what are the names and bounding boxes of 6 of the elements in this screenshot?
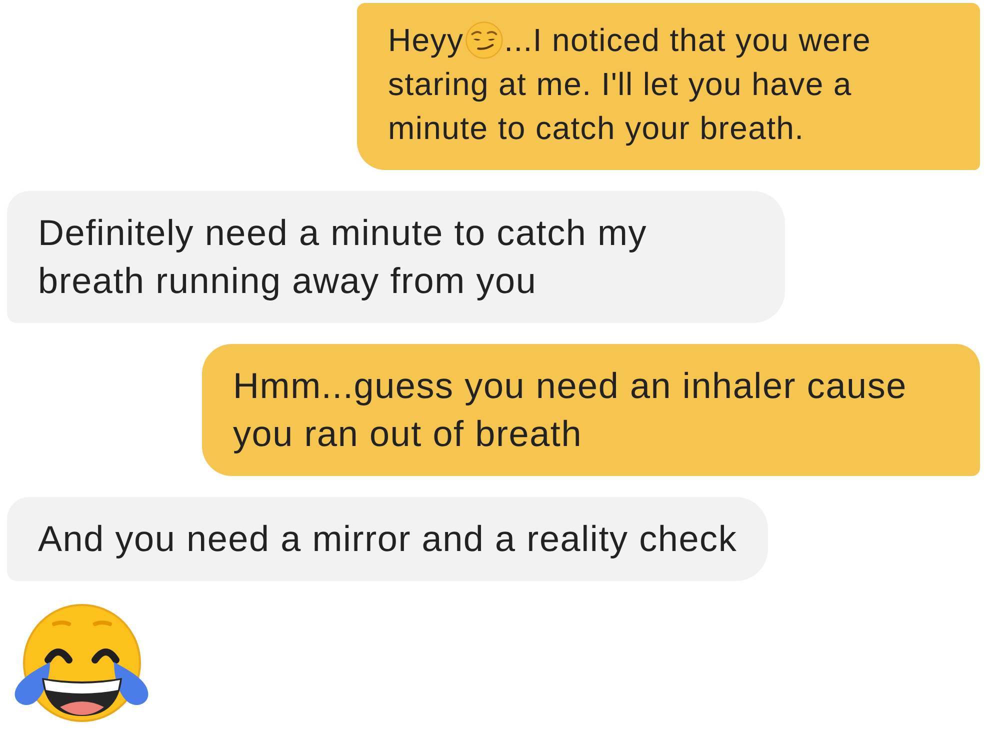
laughing-face-emoji-icon bbox=[12, 602, 150, 724]
message-text: Hmm...guess you need an inhaler cause you ran out of breath bbox=[233, 364, 908, 456]
message-text: Definitely need a minute to catch my breath running away from you bbox=[38, 211, 648, 303]
message-text: And you need a mirror and a reality check bbox=[38, 517, 738, 561]
smirking-face-emoji-icon bbox=[464, 20, 504, 59]
message-text: Heyy ...I noticed that you were staring at me. I'll let you have a minute to catch your breath. bbox=[388, 20, 872, 148]
